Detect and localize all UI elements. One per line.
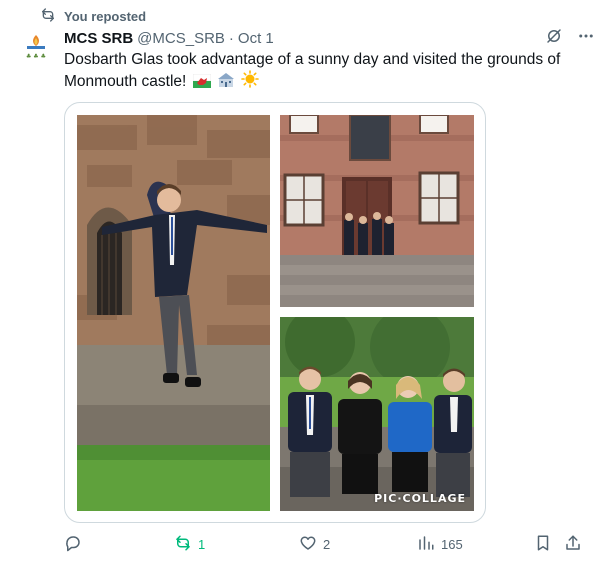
- views-button[interactable]: 165: [417, 534, 463, 555]
- tweet-text: Dosbarth Glas took advantage of a sunny …: [64, 49, 584, 94]
- view-count: 165: [441, 537, 463, 552]
- separator: ·: [228, 29, 234, 47]
- reply-icon: [64, 534, 82, 555]
- welsh-flag-icon: [192, 73, 211, 94]
- more-options-icon[interactable]: [577, 27, 595, 49]
- display-name[interactable]: MCS SRB: [64, 30, 133, 47]
- views-icon: [417, 534, 435, 555]
- collage-watermark: PIC·COLLAGE: [374, 492, 466, 505]
- reply-button[interactable]: [64, 534, 88, 555]
- bookmark-icon: [534, 534, 552, 555]
- bookmark-button[interactable]: [534, 534, 552, 555]
- photo-group-on-steps[interactable]: [280, 115, 474, 307]
- repost-count: 1: [198, 537, 206, 552]
- share-button[interactable]: [564, 534, 582, 555]
- post-date[interactable]: Oct 1: [238, 30, 274, 47]
- photo-boy-jumping[interactable]: [77, 115, 270, 511]
- repost-button[interactable]: 1: [174, 534, 205, 555]
- heart-icon: [299, 534, 317, 555]
- share-icon: [564, 534, 582, 555]
- action-bar: 1 2 165: [64, 534, 584, 556]
- repost-icon: [174, 534, 192, 555]
- repost-banner-text: You reposted: [64, 9, 147, 24]
- grok-icon[interactable]: [545, 27, 563, 49]
- svg-text:♣ ♣ ♣: ♣ ♣ ♣: [26, 53, 46, 60]
- photo-students-on-bench[interactable]: PIC·COLLAGE: [280, 317, 474, 511]
- tweet-header: MCS SRB @MCS_SRB · Oct 1: [64, 27, 595, 49]
- media-card[interactable]: PIC·COLLAGE: [64, 102, 486, 523]
- tweet-body: Dosbarth Glas took advantage of a sunny …: [64, 51, 561, 90]
- school-building-icon: [217, 72, 235, 94]
- handle[interactable]: @MCS_SRB: [137, 30, 225, 47]
- repost-icon: [40, 7, 56, 26]
- like-count: 2: [323, 537, 331, 552]
- sun-icon: [241, 70, 260, 94]
- avatar[interactable]: ♣ ♣ ♣: [18, 30, 54, 66]
- like-button[interactable]: 2: [299, 534, 330, 555]
- repost-banner: You reposted: [40, 7, 146, 26]
